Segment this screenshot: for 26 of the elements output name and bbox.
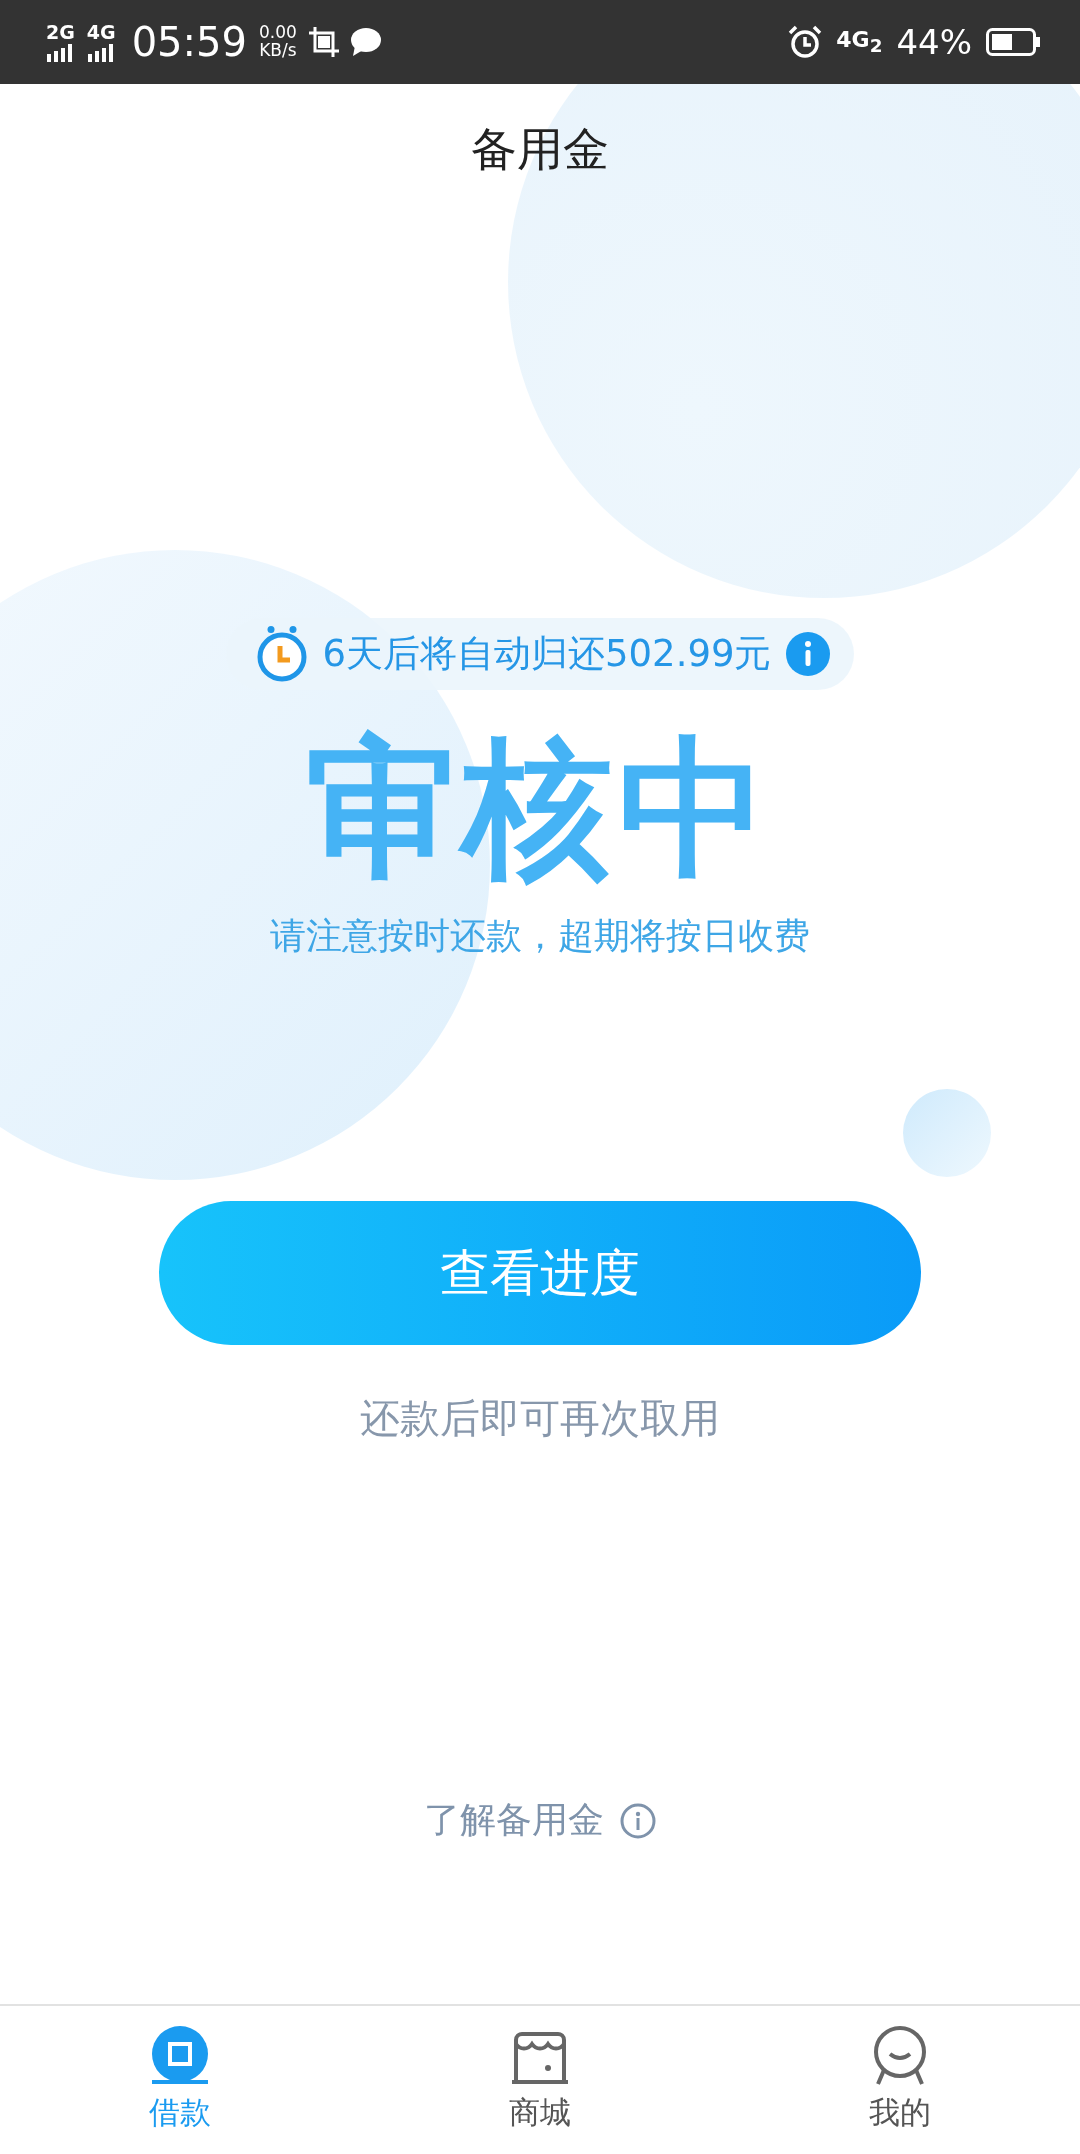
page-title: 备用金	[471, 121, 609, 178]
notice-text: 6天后将自动归还502.99元	[322, 631, 772, 677]
hint-text: 还款后即可再次取用	[360, 1394, 720, 1443]
info-icon[interactable]	[785, 632, 830, 676]
nav-tab[interactable]: 我的	[720, 2006, 1080, 2154]
signal-icon	[88, 41, 115, 62]
signal-icon	[47, 41, 74, 62]
battery-icon	[986, 28, 1040, 56]
nav-tab[interactable]: 借款	[0, 2006, 360, 2154]
network-label: 4G	[86, 22, 116, 42]
info-icon[interactable]	[620, 1802, 656, 1839]
stopwatch-icon	[256, 626, 309, 682]
speed-unit: KB/s	[259, 42, 297, 60]
learn-more-link[interactable]: 了解备用金	[424, 1796, 604, 1845]
network-label: 4G$_{2}$	[836, 27, 883, 57]
clock: 05:59	[131, 19, 247, 65]
status-title: 审核中	[306, 720, 774, 897]
status-subtitle: 请注意按时还款，超期将按日收费	[270, 914, 810, 958]
chat-bubble-icon	[350, 28, 381, 56]
nav-tab[interactable]: 商城	[360, 2006, 720, 2154]
battery-percent: 44%	[896, 22, 972, 62]
network-label: 2G	[46, 22, 75, 42]
view-progress-button[interactable]: 查看进度	[159, 1201, 921, 1345]
speed-value: 0.00	[258, 24, 297, 42]
alarm-icon	[788, 25, 823, 59]
screenshot-icon	[308, 27, 339, 57]
